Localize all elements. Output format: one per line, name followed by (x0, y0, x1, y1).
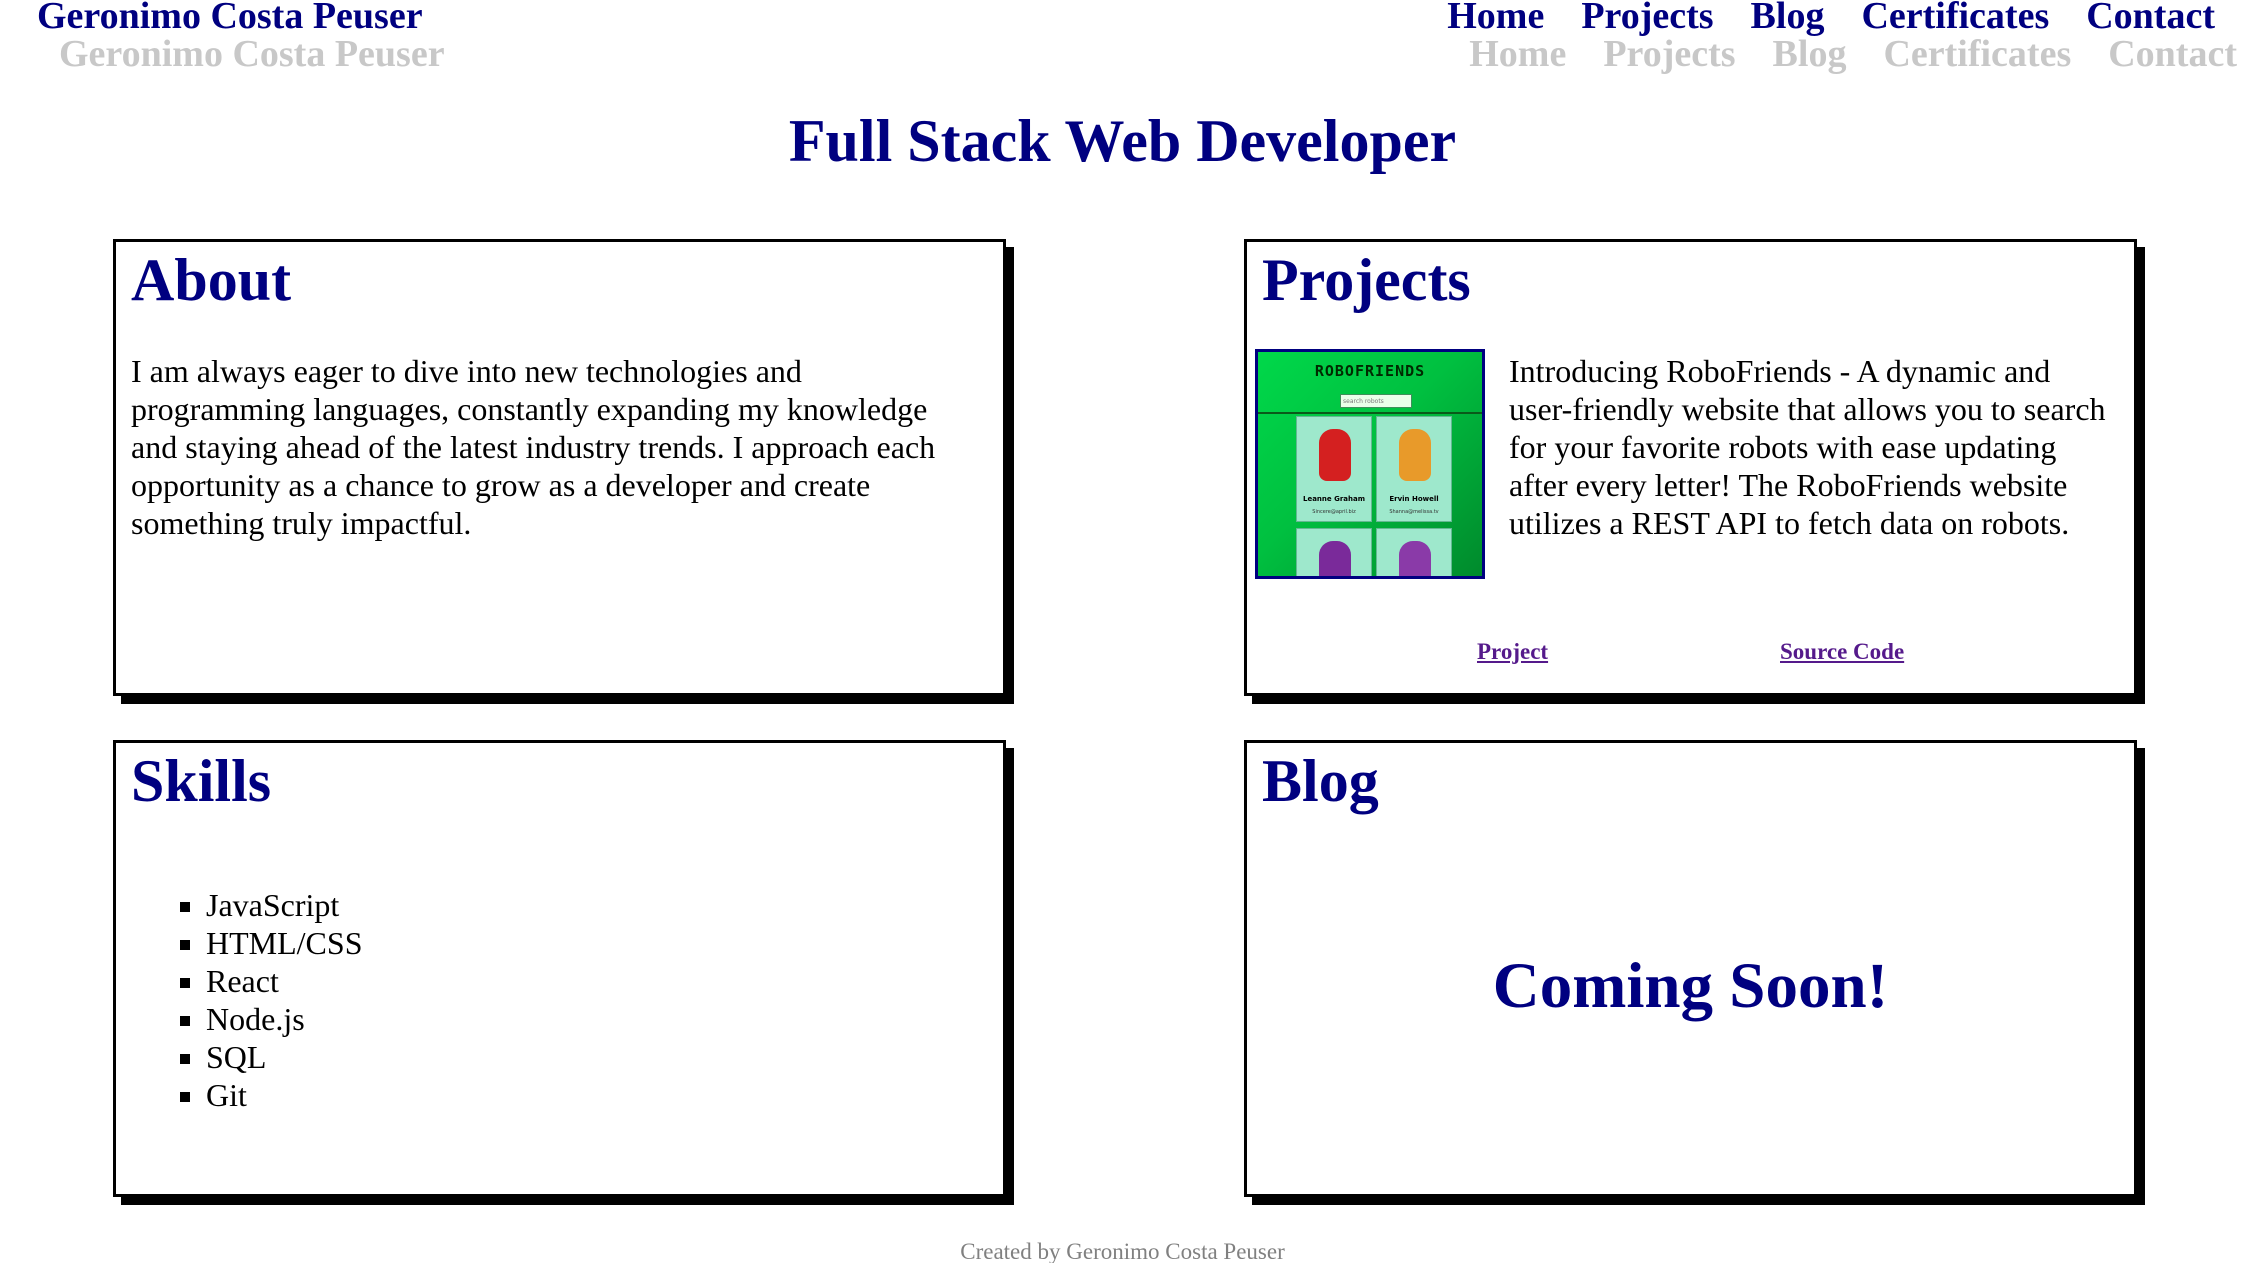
projects-title: Projects (1262, 247, 1471, 313)
robot-card: Leanne Graham Sincere@april.biz (1296, 416, 1372, 522)
footer-credit: Created by Geronimo Costa Peuser (960, 1239, 1285, 1263)
nav-contact[interactable]: Contact (2086, 0, 2215, 38)
robot-email: Shanna@melissa.tv (1389, 509, 1439, 515)
robot-card (1376, 528, 1452, 576)
brand-shadow: Geronimo Costa Peuser (59, 33, 445, 75)
thumbnail-divider (1258, 412, 1482, 414)
robot-name: Ervin Howell (1389, 495, 1439, 503)
blog-card: Blog Coming Soon! (1244, 740, 2137, 1197)
nav-shadow-projects: Projects (1603, 33, 1736, 75)
skill-item: Git (206, 1076, 362, 1114)
nav-projects[interactable]: Projects (1581, 0, 1713, 38)
page-headline: Full Stack Web Developer (788, 108, 1457, 174)
projects-card: Projects ROBOFRIENDS search robots Leann… (1244, 239, 2137, 696)
thumbnail-title: ROBOFRIENDS (1314, 362, 1426, 380)
blog-status: Coming Soon! (1492, 950, 1889, 1022)
skill-item: JavaScript (206, 886, 362, 924)
nav-shadow: Home Projects Blog Certificates Contact (1469, 32, 2237, 76)
skills-card: Skills JavaScript HTML/CSS React Node.js… (113, 740, 1006, 1197)
skill-item: Node.js (206, 1000, 362, 1038)
robot-icon (1319, 541, 1351, 576)
robot-card: Ervin Howell Shanna@melissa.tv (1376, 416, 1452, 522)
source-code-link[interactable]: Source Code (1780, 639, 1904, 665)
skills-title: Skills (131, 748, 272, 814)
about-title: About (131, 247, 292, 313)
nav-blog[interactable]: Blog (1751, 0, 1825, 38)
nav-shadow-certificates: Certificates (1883, 33, 2072, 75)
project-description: Introducing RoboFriends - A dynamic and … (1509, 353, 2106, 541)
skill-item: SQL (206, 1038, 362, 1076)
nav-shadow-contact: Contact (2108, 33, 2237, 75)
skill-item: HTML/CSS (206, 924, 362, 962)
robot-icon (1319, 429, 1351, 481)
nav-shadow-blog: Blog (1772, 33, 1847, 75)
main-nav: Home Projects Blog Certificates Contact (1447, 0, 2215, 38)
project-link[interactable]: Project (1477, 639, 1548, 665)
thumbnail-search-box: search robots (1340, 394, 1412, 408)
blog-title: Blog (1262, 748, 1379, 814)
nav-shadow-home: Home (1469, 33, 1567, 75)
about-text: I am always eager to dive into new techn… (131, 353, 936, 541)
nav-certificates[interactable]: Certificates (1861, 0, 2049, 38)
nav-home[interactable]: Home (1447, 0, 1544, 38)
robot-email: Sincere@april.biz (1312, 509, 1356, 515)
robot-icon (1399, 429, 1431, 481)
skills-list: JavaScript HTML/CSS React Node.js SQL Gi… (176, 886, 362, 1114)
robot-icon (1399, 541, 1431, 576)
about-card: About I am always eager to dive into new… (113, 239, 1006, 696)
brand-name[interactable]: Geronimo Costa Peuser (37, 0, 423, 38)
robot-card (1296, 528, 1372, 576)
robot-name: Leanne Graham (1302, 495, 1365, 503)
robofriends-thumbnail[interactable]: ROBOFRIENDS search robots Leanne Graham … (1255, 349, 1485, 579)
skill-item: React (206, 962, 362, 1000)
